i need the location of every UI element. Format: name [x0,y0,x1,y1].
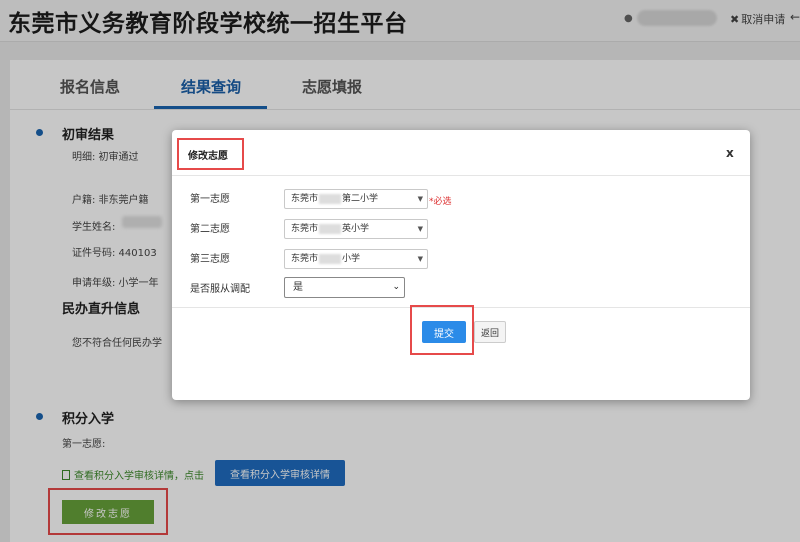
third-choice-prefix: 东莞市 [291,254,319,264]
first-choice-suffix: 第二小学 [342,194,379,204]
obey-adjustment-select[interactable]: 是 ⌄ [284,277,405,298]
modify-choice-dialog: 修改志愿 x 第一志愿 东莞市 第二小学 ▼ *必选 第二志愿 东莞市 英小学 ▼ … [172,130,750,400]
chevron-down-icon: ▼ [417,195,423,203]
back-button[interactable]: 返回 [474,321,506,343]
required-note: *必选 [429,194,452,207]
blurred-text [319,223,342,234]
highlight-box-submit [410,305,474,355]
second-choice-field-label: 第二志愿 [190,224,230,235]
second-choice-prefix: 东莞市 [291,224,319,234]
blurred-text [319,253,342,264]
chevron-down-icon: ▼ [417,225,423,233]
highlight-box-title [177,138,244,170]
first-choice-field-label: 第一志愿 [190,194,230,205]
obey-adjustment-label: 是否服从调配 [190,284,250,295]
chevron-down-icon: ⌄ [392,282,400,292]
first-choice-select[interactable]: 东莞市 第二小学 ▼ [284,189,428,209]
chevron-down-icon: ▼ [417,255,423,263]
second-choice-suffix: 英小学 [342,224,370,234]
third-choice-field-label: 第三志愿 [190,254,230,265]
obey-adjustment-value: 是 [293,282,303,293]
blurred-text [319,193,342,204]
first-choice-prefix: 东莞市 [291,194,319,204]
dialog-header: 修改志愿 x [172,130,750,176]
third-choice-select[interactable]: 东莞市 小学 ▼ [284,249,428,269]
third-choice-suffix: 小学 [342,254,361,264]
second-choice-select[interactable]: 东莞市 英小学 ▼ [284,219,428,239]
close-icon[interactable]: x [726,146,734,160]
required-note-text: 必选 [433,197,452,207]
